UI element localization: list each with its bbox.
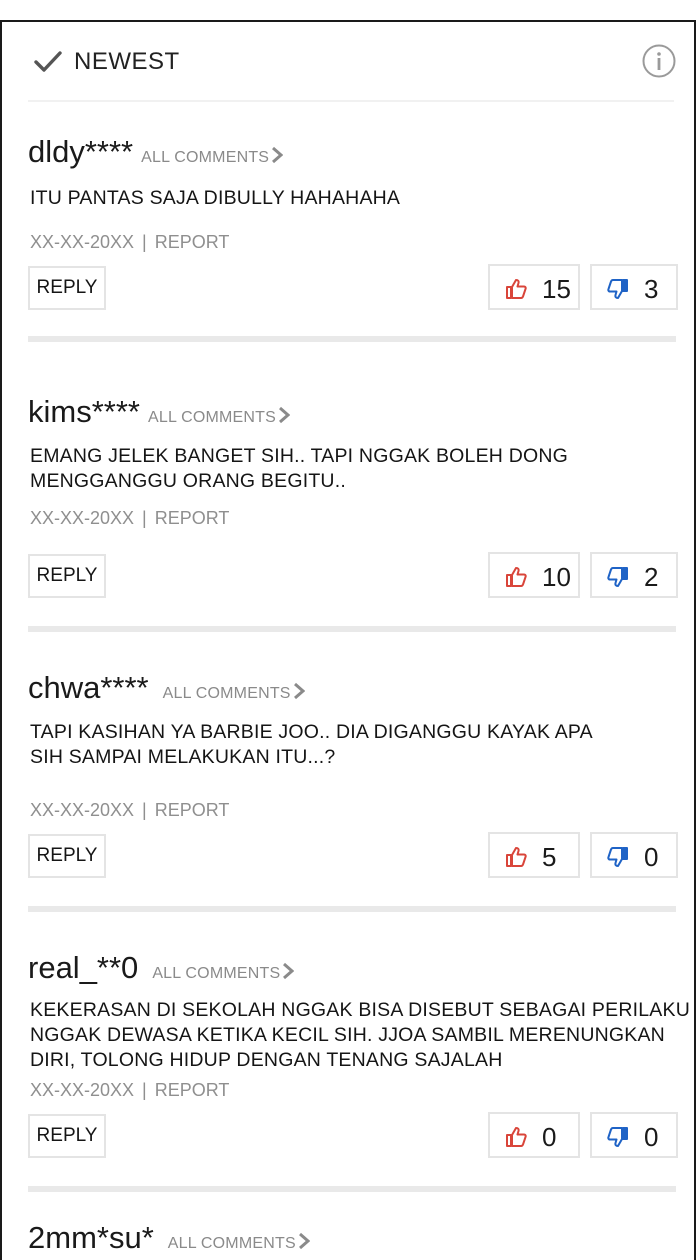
all-comments-label: ALL COMMENTS xyxy=(141,149,270,166)
meta-separator: | xyxy=(142,1080,147,1100)
comment-text: EMANG JELEK BANGET SIH.. TAPI NGGAK BOLE… xyxy=(30,445,568,492)
comment-meta: XX-XX-20XX | REPORT xyxy=(30,1080,229,1101)
all-comments-label: ALL COMMENTS xyxy=(152,965,281,982)
thumbs-up-icon xyxy=(506,847,527,867)
comment-user-row: 2mm*su* ALL COMMENTS xyxy=(28,1220,310,1260)
chevron-right-icon xyxy=(279,406,291,424)
all-comments-link[interactable]: ALL COMMENTS xyxy=(162,682,305,702)
like-count: 15 xyxy=(542,274,571,304)
comment-text: KEKERASAN DI SEKOLAH NGGAK BISA DISEBUT … xyxy=(30,999,690,1071)
comment-meta: XX-XX-20XX | REPORT xyxy=(30,800,229,821)
comments-panel: NEWEST dldy**** ALL COMMENTS ITU PANTAS S… xyxy=(0,20,696,1260)
dislike-button[interactable]: 0 xyxy=(590,1112,678,1158)
comment-item: real_**0 ALL COMMENTS KEKERASAN DI SEKOLA… xyxy=(28,950,690,1190)
comment-text: TAPI KASIHAN YA BARBIE JOO.. DIA DIGANGG… xyxy=(30,721,592,768)
username[interactable]: real_**0 xyxy=(28,950,138,985)
thumbs-up-icon xyxy=(506,567,527,587)
chevron-right-icon xyxy=(293,682,305,700)
report-link[interactable]: REPORT xyxy=(155,800,230,820)
like-button[interactable]: 10 xyxy=(488,552,580,598)
all-comments-label: ALL COMMENTS xyxy=(147,409,277,426)
comment-date: XX-XX-20XX xyxy=(30,800,135,820)
like-button[interactable]: 15 xyxy=(488,264,580,310)
comment-divider xyxy=(28,906,676,912)
dislike-count: 0 xyxy=(644,842,659,872)
meta-separator: | xyxy=(142,508,147,528)
reply-button[interactable]: REPLY xyxy=(28,554,106,598)
all-comments-link[interactable]: ALL COMMENTS xyxy=(147,406,291,426)
comment-item: 2mm*su* ALL COMMENTS xyxy=(28,1220,678,1260)
comment-user-row: chwa**** ALL COMMENTS xyxy=(28,670,305,710)
like-button[interactable]: 5 xyxy=(488,832,580,878)
all-comments-link[interactable]: ALL COMMENTS xyxy=(167,1232,310,1252)
reply-button[interactable]: REPLY xyxy=(28,834,106,878)
comment-date: XX-XX-20XX xyxy=(30,1080,135,1100)
comment-item: chwa**** ALL COMMENTS TAPI KASIHAN YA BAR… xyxy=(28,670,678,910)
thumbs-up-icon xyxy=(506,279,527,299)
header-divider xyxy=(28,100,674,102)
dislike-count: 0 xyxy=(644,1122,659,1152)
like-count: 10 xyxy=(542,562,571,592)
comment-user-row: real_**0 ALL COMMENTS xyxy=(28,950,295,990)
comment-divider xyxy=(28,626,676,632)
comment-meta: XX-XX-20XX | REPORT xyxy=(30,508,229,529)
reply-button[interactable]: REPLY xyxy=(28,266,106,310)
comment-date: XX-XX-20XX xyxy=(30,232,135,252)
info-icon[interactable] xyxy=(642,44,676,78)
sort-header: NEWEST xyxy=(2,22,694,102)
all-comments-label: ALL COMMENTS xyxy=(162,685,291,702)
reply-button[interactable]: REPLY xyxy=(28,1114,106,1158)
thumbs-down-icon xyxy=(607,567,628,587)
comment-user-row: dldy**** ALL COMMENTS xyxy=(28,134,284,174)
comment-divider xyxy=(28,336,676,342)
comment-text: ITU PANTAS SAJA DIBULLY HAHAHAHA xyxy=(30,187,401,209)
thumbs-down-icon xyxy=(607,279,628,299)
comment-divider xyxy=(28,1186,676,1192)
all-comments-link[interactable]: ALL COMMENTS xyxy=(141,146,284,166)
dislike-button[interactable]: 2 xyxy=(590,552,678,598)
dislike-count: 3 xyxy=(644,274,659,304)
report-link[interactable]: REPORT xyxy=(155,232,230,252)
meta-separator: | xyxy=(142,800,147,820)
username[interactable]: chwa**** xyxy=(28,670,149,705)
comment-meta: XX-XX-20XX | REPORT xyxy=(30,232,229,253)
thumbs-down-icon xyxy=(607,847,628,867)
all-comments-link[interactable]: ALL COMMENTS xyxy=(152,962,295,982)
chevron-right-icon xyxy=(283,962,295,980)
username[interactable]: 2mm*su* xyxy=(28,1220,154,1255)
meta-separator: | xyxy=(142,232,147,252)
all-comments-label: ALL COMMENTS xyxy=(167,1235,296,1252)
chevron-right-icon xyxy=(272,146,284,164)
username[interactable]: dldy**** xyxy=(28,134,133,169)
sort-newest-label[interactable]: NEWEST xyxy=(74,48,180,76)
like-count: 5 xyxy=(542,842,557,872)
like-count: 0 xyxy=(542,1122,557,1152)
thumbs-down-icon xyxy=(607,1127,628,1147)
comment-date: XX-XX-20XX xyxy=(30,508,135,528)
chevron-right-icon xyxy=(298,1232,310,1250)
comment-item: dldy**** ALL COMMENTS ITU PANTAS SAJA DIB… xyxy=(28,134,678,344)
report-link[interactable]: REPORT xyxy=(155,508,230,528)
dislike-button[interactable]: 3 xyxy=(590,264,678,310)
comment-user-row: kims**** ALL COMMENTS xyxy=(28,394,291,434)
dislike-button[interactable]: 0 xyxy=(590,832,678,878)
report-link[interactable]: REPORT xyxy=(155,1080,230,1100)
dislike-count: 2 xyxy=(644,562,659,592)
comment-item: kims**** ALL COMMENTS EMANG JELEK BANGET … xyxy=(28,394,678,634)
username[interactable]: kims**** xyxy=(28,394,140,429)
like-button[interactable]: 0 xyxy=(488,1112,580,1158)
check-icon[interactable] xyxy=(34,50,62,74)
thumbs-up-icon xyxy=(506,1127,527,1147)
